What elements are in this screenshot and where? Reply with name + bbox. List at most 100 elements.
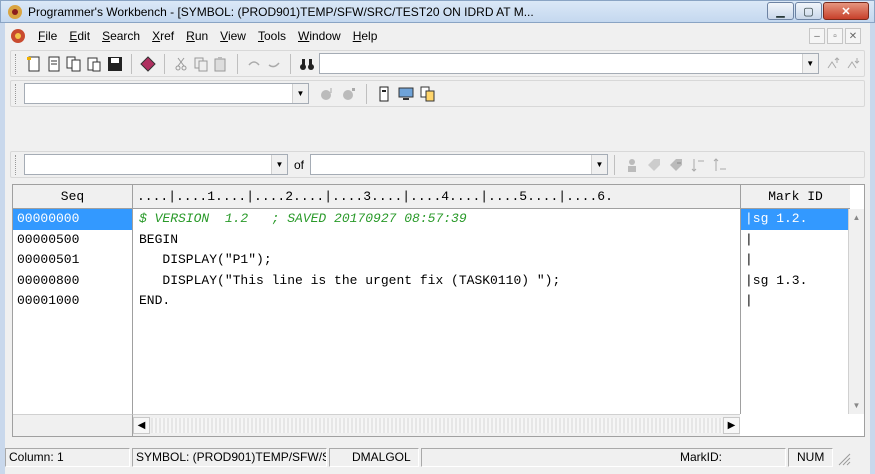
properties-icon[interactable] bbox=[374, 84, 394, 104]
paste-file-icon[interactable] bbox=[85, 54, 103, 74]
seq-number[interactable]: 00000000 bbox=[13, 209, 132, 230]
symbol-toolbar: ▼ bbox=[10, 80, 865, 107]
standard-toolbar: ▼ bbox=[10, 50, 865, 77]
mark-id-column: |sg 1.2. | | |sg 1.3. | bbox=[740, 209, 850, 414]
seq-number[interactable]: 00000501 bbox=[13, 250, 132, 271]
scrollbar-corner bbox=[13, 414, 133, 436]
symbol-combo[interactable]: ▼ bbox=[24, 83, 309, 104]
menu-file[interactable]: File bbox=[32, 29, 63, 43]
chevron-down-icon[interactable]: ▼ bbox=[292, 84, 308, 103]
menu-xref[interactable]: Xref bbox=[146, 29, 180, 43]
find-binoculars-icon[interactable] bbox=[298, 54, 316, 74]
status-language: DMALGOL bbox=[329, 448, 419, 467]
toolbar-separator bbox=[366, 83, 367, 104]
seq-column-header[interactable]: Seq bbox=[13, 185, 133, 209]
get-symbol-icon[interactable] bbox=[317, 84, 337, 104]
scroll-right-icon[interactable]: ▶ bbox=[723, 417, 740, 434]
menu-edit[interactable]: Edit bbox=[63, 29, 96, 43]
maximize-button[interactable]: ▢ bbox=[795, 2, 822, 20]
seq-number[interactable]: 00000500 bbox=[13, 230, 132, 251]
status-column: Column: 1 bbox=[5, 448, 130, 467]
seq-number[interactable]: 00001000 bbox=[13, 291, 132, 312]
code-line[interactable]: $ VERSION 1.2 ; SAVED 20170927 08:57:39 bbox=[133, 209, 740, 230]
sequence-column: 00000000 00000500 00000501 00000800 0000… bbox=[13, 209, 133, 414]
mark-id-column-header[interactable]: Mark ID bbox=[740, 185, 850, 209]
toolbar-separator bbox=[290, 53, 292, 74]
save-icon[interactable] bbox=[105, 54, 123, 74]
paste-icon[interactable] bbox=[212, 54, 230, 74]
location-combo[interactable]: ▼ bbox=[24, 154, 288, 175]
title-bar: Programmer's Workbench - [SYMBOL: (PROD9… bbox=[0, 0, 875, 23]
chevron-down-icon[interactable]: ▼ bbox=[271, 155, 287, 174]
horizontal-scrollbar[interactable]: ◀ ▶ bbox=[133, 414, 740, 436]
window-title: Programmer's Workbench - [SYMBOL: (PROD9… bbox=[28, 4, 534, 19]
code-line[interactable]: DISPLAY("This line is the urgent fix (TA… bbox=[133, 271, 740, 292]
cut-icon[interactable] bbox=[172, 54, 190, 74]
horizontal-scroll-track[interactable] bbox=[151, 418, 722, 433]
menu-search[interactable]: Search bbox=[96, 29, 146, 43]
sort-ascending-icon[interactable] bbox=[710, 155, 730, 175]
open-file-icon[interactable] bbox=[45, 54, 63, 74]
monitor-icon[interactable] bbox=[396, 84, 416, 104]
tag-icon[interactable] bbox=[644, 155, 664, 175]
scroll-down-icon[interactable]: ▼ bbox=[849, 397, 864, 414]
chevron-down-icon[interactable]: ▼ bbox=[591, 155, 608, 174]
mark-id-cell[interactable]: | bbox=[741, 230, 850, 251]
document-menu-icon[interactable] bbox=[10, 28, 26, 44]
find-previous-icon[interactable] bbox=[845, 54, 863, 74]
menu-bar: File Edit Search Xref Run View Tools Win… bbox=[10, 26, 383, 46]
undo-icon[interactable] bbox=[245, 54, 263, 74]
toolbar-separator bbox=[130, 53, 132, 74]
toolbar-grip[interactable] bbox=[15, 53, 18, 74]
resize-grip-icon[interactable] bbox=[835, 450, 851, 466]
menu-view[interactable]: View bbox=[214, 29, 252, 43]
mark-id-cell[interactable]: | bbox=[741, 291, 850, 312]
mdi-restore-button[interactable]: ▫ bbox=[827, 28, 843, 44]
source-editor: Seq ....|....1....|....2....|....3....|.… bbox=[12, 184, 865, 437]
status-bar: Column: 1 SYMBOL: (PROD901)TEMP/SFW/SRC/… bbox=[5, 446, 870, 469]
target-combo[interactable]: ▼ bbox=[310, 154, 609, 175]
sort-descending-icon[interactable] bbox=[688, 155, 708, 175]
toolbar-separator bbox=[614, 154, 616, 175]
status-num-lock: NUM bbox=[788, 448, 833, 467]
minimize-button[interactable]: ▁ bbox=[767, 2, 794, 20]
of-label: of bbox=[294, 157, 305, 172]
toolbar-separator bbox=[163, 53, 165, 74]
code-line[interactable]: DISPLAY("P1"); bbox=[133, 250, 740, 271]
mark-id-cell[interactable]: | bbox=[741, 250, 850, 271]
tag-list-icon[interactable] bbox=[666, 155, 686, 175]
status-symbol: SYMBOL: (PROD901)TEMP/SFW/SRC/TES bbox=[132, 448, 327, 467]
copy-icon[interactable] bbox=[192, 54, 210, 74]
copy-documents-icon[interactable] bbox=[418, 84, 438, 104]
vertical-scrollbar[interactable]: ▲ ▼ bbox=[848, 209, 864, 414]
status-markid: MarkID: bbox=[421, 448, 786, 467]
code-line[interactable]: END. bbox=[133, 291, 740, 312]
close-button[interactable]: ✕ bbox=[823, 2, 869, 20]
copy-file-icon[interactable] bbox=[65, 54, 83, 74]
menu-help[interactable]: Help bbox=[347, 29, 384, 43]
column-ruler: ....|....1....|....2....|....3....|....4… bbox=[133, 185, 745, 209]
code-area[interactable]: $ VERSION 1.2 ; SAVED 20170927 08:57:39 … bbox=[133, 209, 740, 414]
chevron-down-icon[interactable]: ▼ bbox=[801, 54, 818, 73]
search-combo[interactable]: ▼ bbox=[319, 53, 819, 74]
mdi-close-button[interactable]: ✕ bbox=[845, 28, 861, 44]
toolbar-grip[interactable] bbox=[15, 154, 18, 175]
scroll-left-icon[interactable]: ◀ bbox=[133, 417, 150, 434]
compile-icon[interactable] bbox=[139, 54, 157, 74]
new-file-icon[interactable] bbox=[25, 54, 43, 74]
mark-id-cell[interactable]: |sg 1.2. bbox=[741, 209, 850, 230]
user-icon[interactable] bbox=[622, 155, 642, 175]
find-next-icon[interactable] bbox=[825, 54, 843, 74]
menu-tools[interactable]: Tools bbox=[252, 29, 292, 43]
redo-icon[interactable] bbox=[265, 54, 283, 74]
mdi-minimize-button[interactable]: – bbox=[809, 28, 825, 44]
mark-id-cell[interactable]: |sg 1.3. bbox=[741, 271, 850, 292]
seq-number[interactable]: 00000800 bbox=[13, 271, 132, 292]
scroll-up-icon[interactable]: ▲ bbox=[849, 209, 864, 226]
toolbar-grip[interactable] bbox=[15, 83, 18, 104]
code-line[interactable]: BEGIN bbox=[133, 230, 740, 251]
put-symbol-icon[interactable] bbox=[339, 84, 359, 104]
navigation-toolbar: ▼ of ▼ bbox=[10, 151, 865, 178]
menu-window[interactable]: Window bbox=[292, 29, 347, 43]
menu-run[interactable]: Run bbox=[180, 29, 214, 43]
